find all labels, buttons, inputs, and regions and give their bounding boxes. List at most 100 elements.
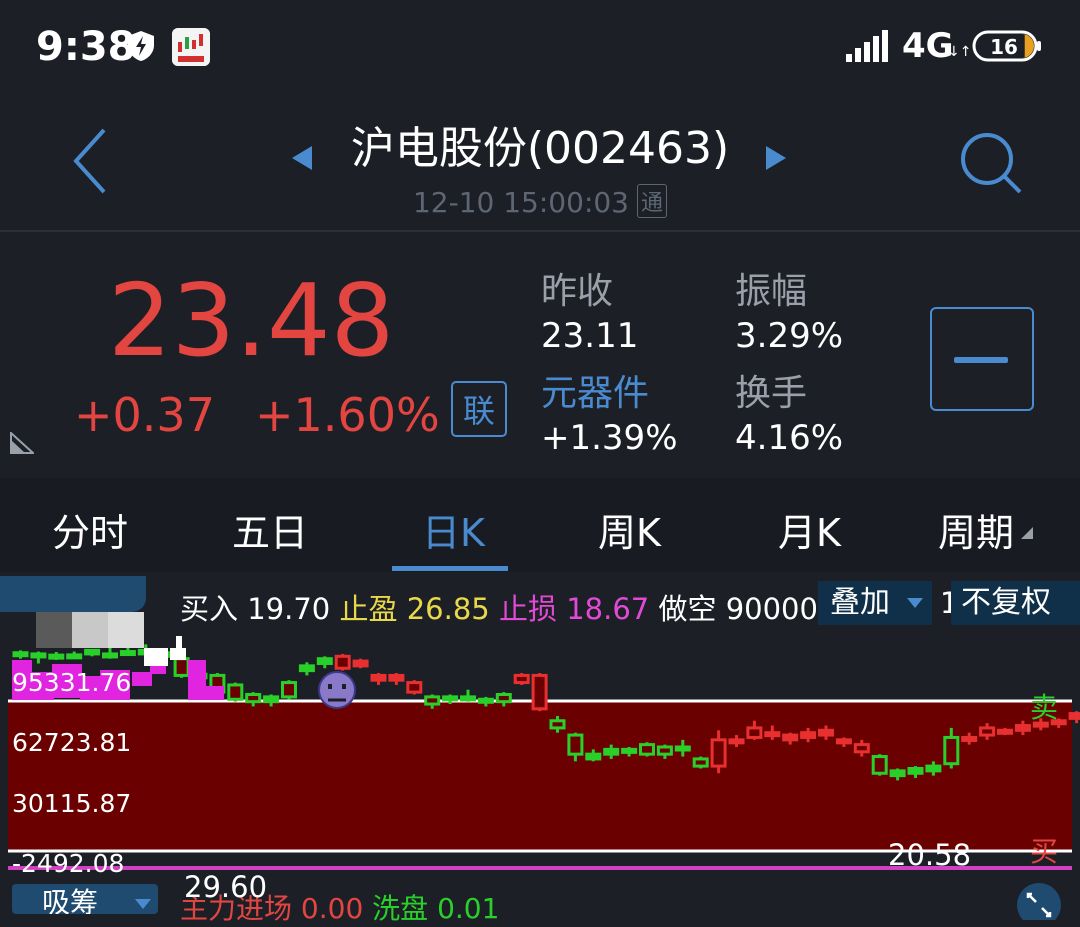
candle-body (460, 695, 476, 702)
header-divider (0, 230, 1080, 232)
candle-body (477, 697, 494, 704)
candle-body (871, 755, 888, 775)
candle-body (370, 673, 387, 682)
candle-body (442, 695, 459, 702)
candle-body (800, 731, 817, 739)
candle-body (549, 719, 566, 730)
shield-icon (128, 31, 154, 61)
candle-body (66, 653, 83, 660)
network-type: 4G (902, 26, 954, 66)
candle-body (889, 769, 906, 778)
candle-body (424, 695, 441, 706)
candle-body (603, 747, 620, 756)
candle-body (316, 657, 333, 665)
signal-bar (882, 30, 888, 62)
active-tab-indicator (392, 566, 508, 571)
y-axis-label: 30115.87 (12, 789, 132, 818)
signal-band (8, 700, 1072, 852)
candle-body (907, 766, 924, 775)
candle-body (710, 738, 727, 768)
network-arrows: ↓↑ (948, 44, 972, 60)
period-caret-icon (1021, 527, 1033, 539)
candle-body (639, 743, 655, 756)
buy-marker: 买 (1030, 835, 1059, 868)
candle-body (979, 726, 996, 737)
signal-bar (846, 54, 852, 62)
period-tab-bar (0, 478, 1080, 572)
candle-body (245, 693, 262, 704)
candle-body (835, 738, 852, 745)
candle-body (1014, 724, 1031, 732)
corner-triangle-icon (10, 432, 34, 454)
candle-body (782, 733, 799, 742)
candle-body (48, 653, 65, 660)
tab-daily-k[interactable]: 日K (422, 502, 485, 557)
tab-five-day[interactable]: 五日 (232, 502, 308, 557)
candle-body (656, 745, 673, 756)
candle-body (173, 657, 190, 677)
tab-intraday[interactable]: 分时 (52, 502, 128, 557)
timestamp-text: 12-10 15:00:03 (412, 186, 629, 219)
y-axis-label: -2492.08 (12, 849, 125, 878)
candle-body (352, 659, 369, 668)
app-icon[interactable] (172, 28, 210, 66)
signal-icon (846, 30, 888, 62)
sell-marker: 卖 (1030, 691, 1059, 724)
signal-bar (864, 42, 870, 62)
low-price-marker: 20.58 (888, 838, 972, 872)
minus-icon (954, 357, 1008, 363)
svg-text:16: 16 (990, 35, 1018, 59)
candle-body (692, 757, 709, 768)
signal-bar (873, 36, 879, 62)
candle-body (84, 648, 101, 656)
current-price: 23.48 (108, 262, 395, 379)
related-button[interactable]: 联 (451, 381, 507, 437)
candle-body (925, 764, 942, 773)
price-change-percent: +1.60% (255, 388, 440, 442)
y-axis-label: 62723.81 (12, 728, 132, 757)
tab-monthly-k[interactable]: 月K (778, 502, 841, 557)
expand-icon[interactable] (1014, 880, 1064, 920)
quote-timestamp: 12-10 15:00:03 通 (0, 184, 1080, 219)
candle-body (818, 728, 834, 737)
candle-body (495, 693, 512, 704)
next-stock-icon[interactable] (764, 144, 788, 172)
amplitude-label: 振幅 (735, 271, 808, 312)
tab-weekly-k[interactable]: 周K (598, 502, 661, 557)
indicator-tab[interactable] (0, 576, 146, 612)
search-icon[interactable] (958, 130, 1024, 196)
turnover-label: 换手 (735, 373, 808, 414)
signal-bar (855, 48, 861, 62)
battery-icon: 16 (972, 30, 1041, 62)
candle-body (388, 673, 405, 682)
sector-change: +1.39% (541, 418, 678, 458)
chevron-down-icon (135, 899, 151, 909)
candle-body (853, 743, 870, 754)
candle-body (334, 654, 351, 670)
amplitude-value: 3.29% (735, 316, 844, 356)
candle-body (298, 664, 315, 673)
candle-body (12, 651, 29, 658)
sector-link[interactable]: 元器件 (541, 364, 649, 416)
candle-body (961, 735, 978, 742)
candle-body (943, 735, 960, 766)
face-icon (318, 671, 356, 709)
candle-body (621, 747, 638, 754)
candle-body (674, 745, 691, 752)
candle-body (567, 733, 584, 756)
chevron-down-icon (907, 598, 923, 608)
candle-body (585, 752, 602, 761)
candle-body (531, 673, 548, 711)
indicator-row (0, 878, 1080, 909)
candle-body (281, 681, 297, 699)
indicator-value: 29.60 (184, 870, 268, 904)
channel-badge: 通 (637, 184, 668, 218)
candle-body (513, 673, 530, 685)
candle-body (746, 726, 763, 739)
price-change: +0.37 (74, 388, 215, 442)
candle-body (997, 728, 1013, 735)
candle-body (728, 738, 745, 745)
tab-period[interactable]: 周期 (938, 502, 1014, 557)
y-axis-label: 95331.76 (12, 668, 132, 697)
stock-title: 沪电股份(002463) (350, 123, 730, 174)
